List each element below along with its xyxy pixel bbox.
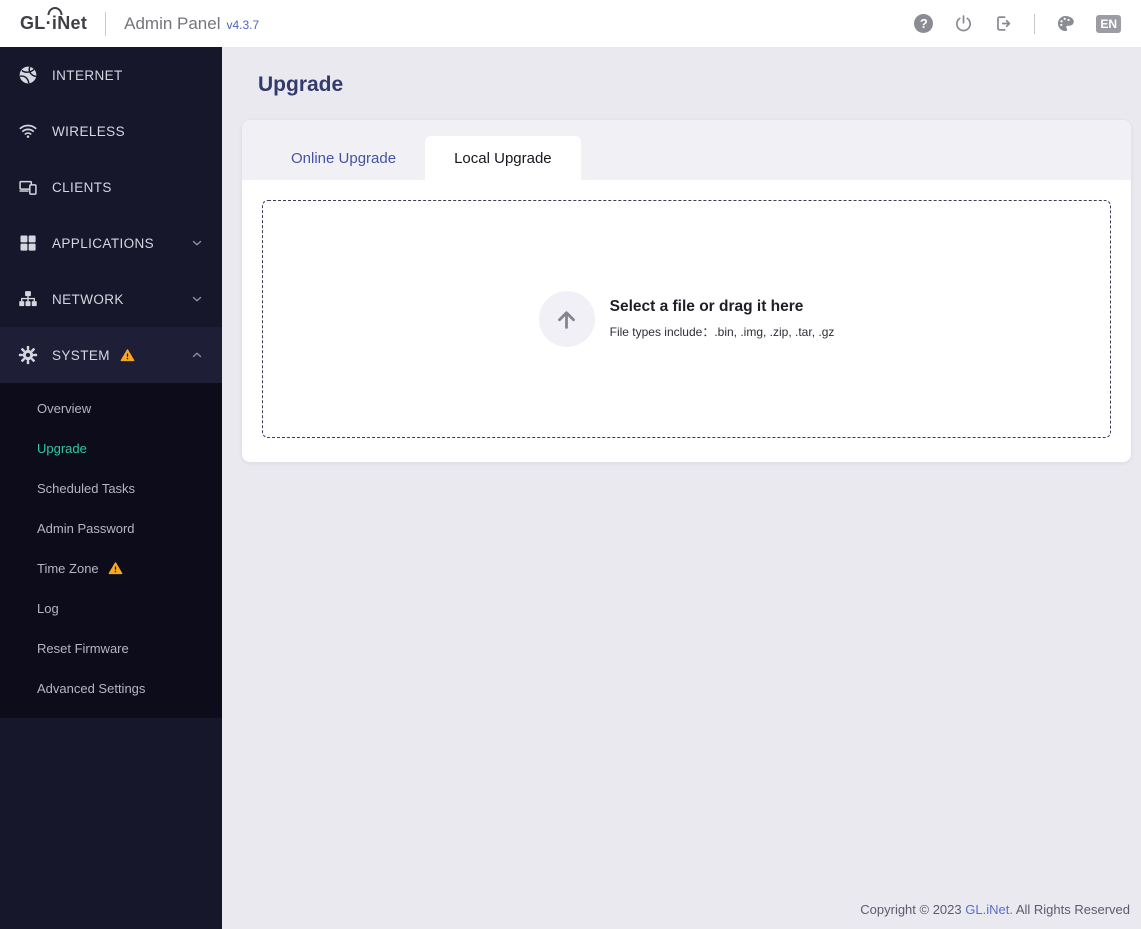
app-logo: GL· i Net [20, 13, 87, 34]
submenu-item-label: Reset Firmware [37, 640, 129, 656]
logout-icon[interactable] [994, 14, 1013, 33]
logo-i-with-arc: i [51, 13, 58, 33]
submenu-item-scheduled-tasks[interactable]: Scheduled Tasks [0, 468, 222, 508]
submenu-item-admin-password[interactable]: Admin Password [0, 508, 222, 548]
glinet-link[interactable]: GL.iNet. [965, 902, 1013, 917]
wifi-icon [18, 121, 38, 141]
main-spacer [222, 462, 1141, 902]
submenu-item-overview[interactable]: Overview [0, 388, 222, 428]
devices-icon [18, 177, 38, 197]
sidebar-item-applications[interactable]: APPLICATIONS [0, 215, 222, 271]
power-icon[interactable] [954, 14, 973, 33]
submenu-item-label: Log [37, 600, 59, 616]
copyright-prefix: Copyright © 2023 [860, 902, 966, 917]
globe-icon [18, 65, 38, 85]
sidebar-item-internet[interactable]: INTERNET [0, 47, 222, 103]
header-icons-divider [1034, 13, 1036, 34]
submenu-item-label: Admin Password [37, 520, 135, 536]
chevron-down-icon [190, 236, 204, 250]
logo-text: GL· [20, 13, 52, 33]
submenu-item-label: Overview [37, 400, 92, 416]
chevron-down-icon [190, 292, 204, 306]
page-title: Upgrade [258, 73, 344, 96]
dropzone-content: Select a file or drag it here File types… [538, 291, 835, 347]
tab-online-upgrade[interactable]: Online Upgrade [262, 136, 425, 180]
submenu-item-upgrade[interactable]: Upgrade [0, 428, 222, 468]
sidebar-item-label: SYSTEM [52, 347, 110, 363]
sidebar-item-label: INTERNET [52, 67, 123, 83]
submenu-item-advanced-settings[interactable]: Advanced Settings [0, 668, 222, 708]
app-title-text: Admin Panel [124, 13, 221, 33]
footer-copyright: Copyright © 2023 GL.iNet. All Rights Res… [222, 902, 1141, 929]
apps-grid-icon [18, 233, 38, 253]
chevron-up-icon [190, 348, 204, 362]
system-submenu: Overview Upgrade Scheduled Tasks Admin P… [0, 383, 222, 718]
network-icon [18, 289, 38, 309]
submenu-item-label: Scheduled Tasks [37, 480, 136, 496]
sidebar-item-clients[interactable]: CLIENTS [0, 159, 222, 215]
sidebar-item-label: NETWORK [52, 291, 124, 307]
local-upgrade-panel: Select a file or drag it here File types… [242, 180, 1131, 462]
sidebar-nav: INTERNET WIRELESS CLIENTS APPLICATIONS N… [0, 47, 222, 929]
help-icon[interactable]: ? [914, 14, 934, 33]
sidebar-item-label: WIRELESS [52, 123, 125, 139]
warning-icon [120, 348, 135, 363]
top-header: GL· i Net Admin Panel v4.3.7 ? EN [0, 0, 1141, 47]
header-divider [105, 11, 107, 36]
logo-text-suffix: Net [57, 13, 88, 33]
dropzone-title: Select a file or drag it here [609, 298, 804, 315]
gear-icon [18, 345, 38, 365]
sidebar-item-label: APPLICATIONS [52, 235, 155, 251]
header-actions: ? EN [914, 13, 1121, 34]
sidebar-item-network[interactable]: NETWORK [0, 271, 222, 327]
submenu-item-log[interactable]: Log [0, 588, 222, 628]
submenu-item-time-zone[interactable]: Time Zone [0, 548, 222, 588]
theme-palette-icon[interactable] [1056, 14, 1075, 33]
upload-arrow-icon [538, 291, 595, 347]
warning-icon [108, 561, 123, 576]
language-selector[interactable]: EN [1096, 14, 1121, 33]
copyright-suffix: All Rights Reserved [1012, 902, 1130, 917]
upgrade-tabbar: Online Upgrade Local Upgrade [242, 120, 1131, 180]
submenu-item-label: Advanced Settings [37, 680, 146, 696]
upgrade-card: Online Upgrade Local Upgrade Select a fi… [242, 120, 1131, 462]
app-version: v4.3.7 [226, 17, 260, 32]
file-dropzone[interactable]: Select a file or drag it here File types… [262, 200, 1111, 438]
submenu-item-label: Upgrade [37, 440, 87, 456]
main-content: Upgrade Online Upgrade Local Upgrade Sel… [222, 47, 1141, 929]
dropzone-text: Select a file or drag it here File types… [610, 298, 835, 340]
submenu-item-reset-firmware[interactable]: Reset Firmware [0, 628, 222, 668]
submenu-item-label: Time Zone [37, 560, 99, 576]
app-title: Admin Panel v4.3.7 [124, 14, 259, 34]
tab-local-upgrade[interactable]: Local Upgrade [425, 136, 581, 180]
dropzone-filetypes: File types include：.bin, .img, .zip, .ta… [609, 325, 835, 339]
sidebar-item-label: CLIENTS [52, 179, 112, 195]
sidebar-item-system[interactable]: SYSTEM [0, 327, 222, 383]
sidebar-item-wireless[interactable]: WIRELESS [0, 103, 222, 159]
